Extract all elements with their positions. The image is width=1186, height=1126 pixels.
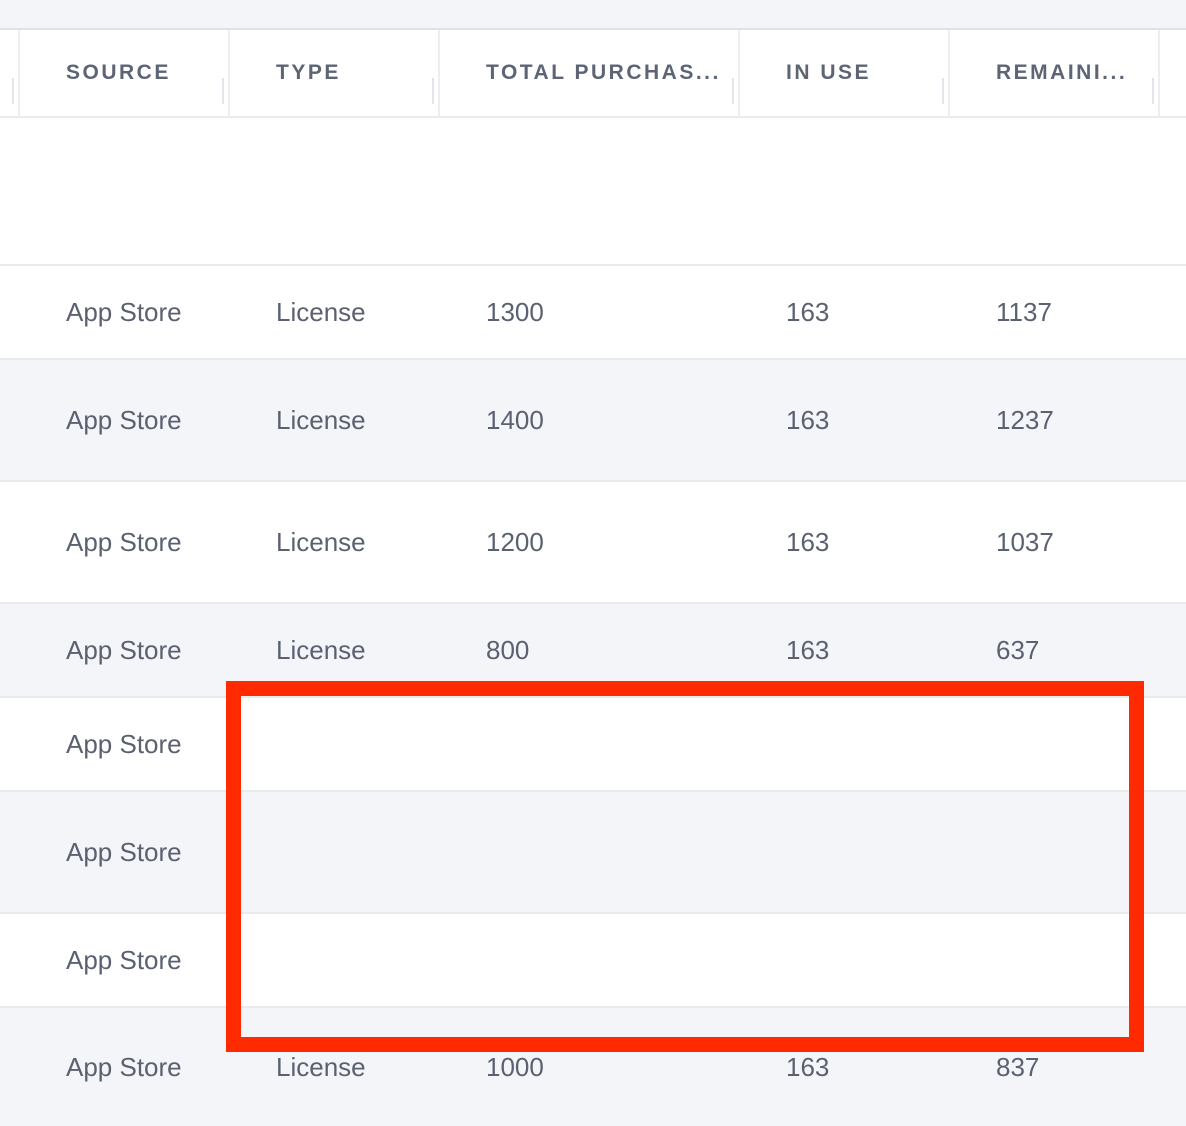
- cell-source: App Store: [66, 1051, 182, 1082]
- cell-source: App Store: [66, 944, 182, 975]
- table-row[interactable]: App Store License 1400 163 1237: [0, 360, 1186, 482]
- column-divider: [1158, 30, 1160, 118]
- cell-source: App Store: [66, 634, 182, 665]
- cell-type: License: [276, 404, 366, 435]
- cell-remaining: 1037: [996, 526, 1054, 557]
- column-header-in-use[interactable]: IN USE: [786, 30, 871, 116]
- top-band: [0, 0, 1186, 30]
- cell-source: App Store: [66, 728, 182, 759]
- cell-remaining: 1237: [996, 404, 1054, 435]
- empty-row: [0, 118, 1186, 266]
- table-row[interactable]: App Store License 1300 163 1137: [0, 266, 1186, 360]
- column-divider: [738, 30, 740, 118]
- cell-type: License: [276, 296, 366, 327]
- cell-source: App Store: [66, 404, 182, 435]
- cell-remaining: 1137: [996, 296, 1052, 327]
- column-header-source[interactable]: SOURCE: [66, 30, 171, 116]
- column-divider: [18, 30, 20, 118]
- column-divider: [948, 30, 950, 118]
- cell-in-use: 163: [786, 296, 830, 327]
- cell-in-use: 163: [786, 404, 830, 435]
- cell-source: App Store: [66, 526, 182, 557]
- cell-in-use: 163: [786, 526, 830, 557]
- cell-total-purchased: 1200: [486, 526, 544, 557]
- cell-type: License: [276, 526, 366, 557]
- highlight-annotation-box: [226, 681, 1144, 1052]
- column-divider: [438, 30, 440, 118]
- cell-total-purchased: 1400: [486, 404, 544, 435]
- column-header-type[interactable]: TYPE: [276, 30, 341, 116]
- column-header-total-purchased[interactable]: TOTAL PURCHAS...: [486, 30, 721, 116]
- column-divider: [228, 30, 230, 118]
- column-header-remaining[interactable]: REMAINI...: [996, 30, 1127, 116]
- cell-source: App Store: [66, 296, 182, 327]
- table-row[interactable]: App Store License 1200 163 1037: [0, 482, 1186, 604]
- cell-total-purchased: 1300: [486, 296, 544, 327]
- cell-source: App Store: [66, 836, 182, 867]
- table-header: SOURCE TYPE TOTAL PURCHAS... IN USE REMA…: [0, 30, 1186, 118]
